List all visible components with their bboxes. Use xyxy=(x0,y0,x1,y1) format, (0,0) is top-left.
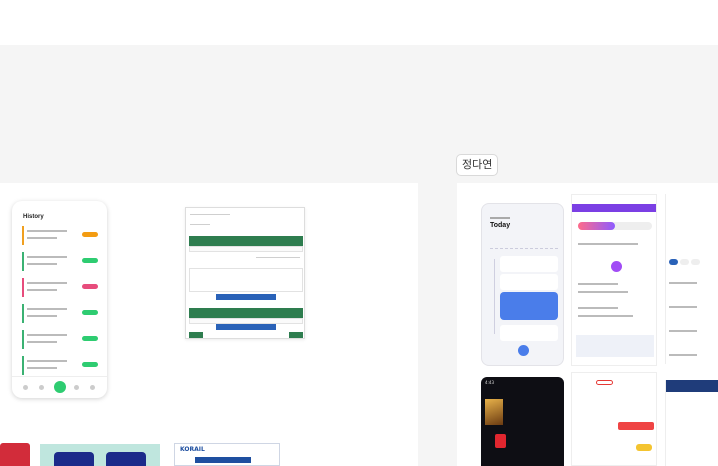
home-icon xyxy=(23,385,28,390)
tab-bar xyxy=(572,204,656,212)
time-line xyxy=(669,354,697,356)
history-phone-thumbnail[interactable]: History xyxy=(12,201,107,398)
fare-badge xyxy=(636,444,652,451)
movie-booking-thumbnail[interactable]: 4:43 xyxy=(481,377,564,466)
next-button xyxy=(289,332,303,338)
selected-day xyxy=(611,261,622,272)
search-results-document-thumbnail[interactable] xyxy=(185,207,305,339)
korail-header-bar xyxy=(195,457,251,463)
doc-subtitle-line xyxy=(190,224,210,225)
timeline-line xyxy=(494,259,495,334)
result-card-header xyxy=(189,236,303,246)
segmented-toggle xyxy=(578,222,652,230)
korail-page-thumbnail[interactable]: KORAIL xyxy=(174,443,280,466)
today-title: Today xyxy=(490,222,511,229)
list-item xyxy=(22,226,98,245)
date-line xyxy=(490,217,510,219)
time-line xyxy=(669,330,697,332)
red-app-thumbnail[interactable] xyxy=(0,443,30,466)
today-phone-thumbnail[interactable]: Today xyxy=(481,203,564,366)
week-calendar xyxy=(490,241,558,249)
program-line xyxy=(578,283,618,285)
phone-screen xyxy=(106,452,146,466)
prev-button xyxy=(189,332,203,338)
trip-type-tab xyxy=(596,380,613,385)
promo-banner xyxy=(576,335,654,357)
detail-button xyxy=(216,294,276,300)
schedule-phone-thumbnail[interactable] xyxy=(571,194,657,366)
time-line xyxy=(669,306,697,308)
filter-pill xyxy=(691,259,700,265)
list-item xyxy=(22,330,98,349)
result-card-header xyxy=(189,308,303,318)
movie-poster xyxy=(485,399,503,425)
time-line xyxy=(669,282,697,284)
bell-icon xyxy=(74,385,79,390)
status-time: 4:43 xyxy=(485,380,494,385)
program-line xyxy=(578,307,618,309)
search-fab-icon xyxy=(54,381,66,393)
search-button xyxy=(618,422,654,430)
notice-line xyxy=(578,243,638,245)
train-detail-thumbnail[interactable] xyxy=(665,380,718,466)
schedule-item xyxy=(500,256,558,272)
schedule-item xyxy=(500,274,558,290)
top-toolbar xyxy=(0,0,718,45)
add-button xyxy=(518,345,529,356)
price-line xyxy=(256,257,300,258)
list-item xyxy=(22,304,98,323)
list-item xyxy=(22,252,98,271)
train-list-thumbnail[interactable] xyxy=(665,194,718,364)
history-title: History xyxy=(23,214,44,220)
mint-app-thumbnail[interactable] xyxy=(40,444,160,466)
schedule-item-highlighted xyxy=(500,292,558,320)
list-item xyxy=(22,278,98,297)
filter-pill xyxy=(680,259,689,265)
phone-screen xyxy=(54,452,94,466)
filter-pill xyxy=(669,259,678,265)
frame-name-label[interactable]: 정다연 xyxy=(456,154,499,176)
list-icon xyxy=(39,385,44,390)
flight-search-thumbnail[interactable] xyxy=(571,372,657,466)
list-item xyxy=(22,356,98,375)
detail-button xyxy=(216,324,276,330)
schedule-item xyxy=(500,325,558,341)
program-line xyxy=(578,315,633,317)
doc-title-line xyxy=(190,214,230,215)
result-detail-box xyxy=(189,268,303,292)
profile-icon xyxy=(90,385,95,390)
korail-logo: KORAIL xyxy=(180,446,205,453)
detail-header xyxy=(666,380,718,392)
bottom-nav xyxy=(12,376,107,398)
selected-date xyxy=(495,434,506,448)
result-card-row xyxy=(189,246,303,252)
program-line xyxy=(578,291,628,293)
